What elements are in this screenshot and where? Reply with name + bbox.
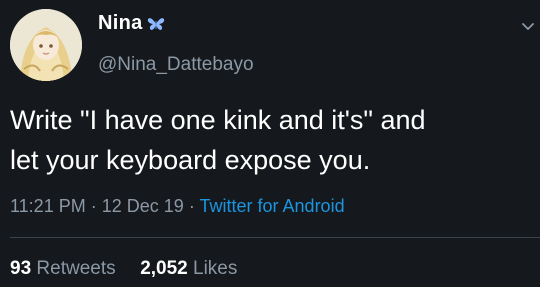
- meta-separator: ·: [90, 196, 97, 216]
- meta-separator: ·: [188, 196, 195, 216]
- retweets-label: Retweets: [36, 258, 116, 279]
- tweet-text-line: let your keyboard expose you.: [10, 145, 371, 175]
- tweet-meta: 11:21 PM · 12 Dec 19 · Twitter for Andro…: [10, 196, 345, 217]
- likes-count: 2,052: [140, 258, 188, 279]
- divider: [10, 237, 540, 238]
- tweet-text: Write "I have one kink and it's" and let…: [10, 100, 530, 180]
- butterfly-icon: [147, 17, 164, 30]
- tweet-date[interactable]: 12 Dec 19: [102, 196, 184, 216]
- display-name[interactable]: Nina: [98, 12, 143, 35]
- retweets-count: 93: [10, 258, 32, 279]
- tweet-source-link[interactable]: Twitter for Android: [200, 196, 345, 216]
- chevron-down-icon[interactable]: [521, 22, 535, 32]
- avatar[interactable]: [10, 9, 82, 81]
- tweet-stats: 93 Retweets 2,052 Likes: [10, 258, 237, 280]
- retweets-stat[interactable]: 93 Retweets: [10, 258, 121, 279]
- likes-stat[interactable]: 2,052 Likes: [140, 258, 237, 279]
- user-handle[interactable]: @Nina_Dattebayo: [98, 54, 254, 76]
- likes-label: Likes: [193, 258, 238, 279]
- name-row[interactable]: Nina: [98, 12, 165, 35]
- tweet-text-line: Write "I have one kink and it's" and: [10, 105, 426, 135]
- tweet-time[interactable]: 11:21 PM: [10, 196, 86, 216]
- tweet-card: Nina @Nina_Dattebayo Write "I have one k…: [0, 0, 540, 287]
